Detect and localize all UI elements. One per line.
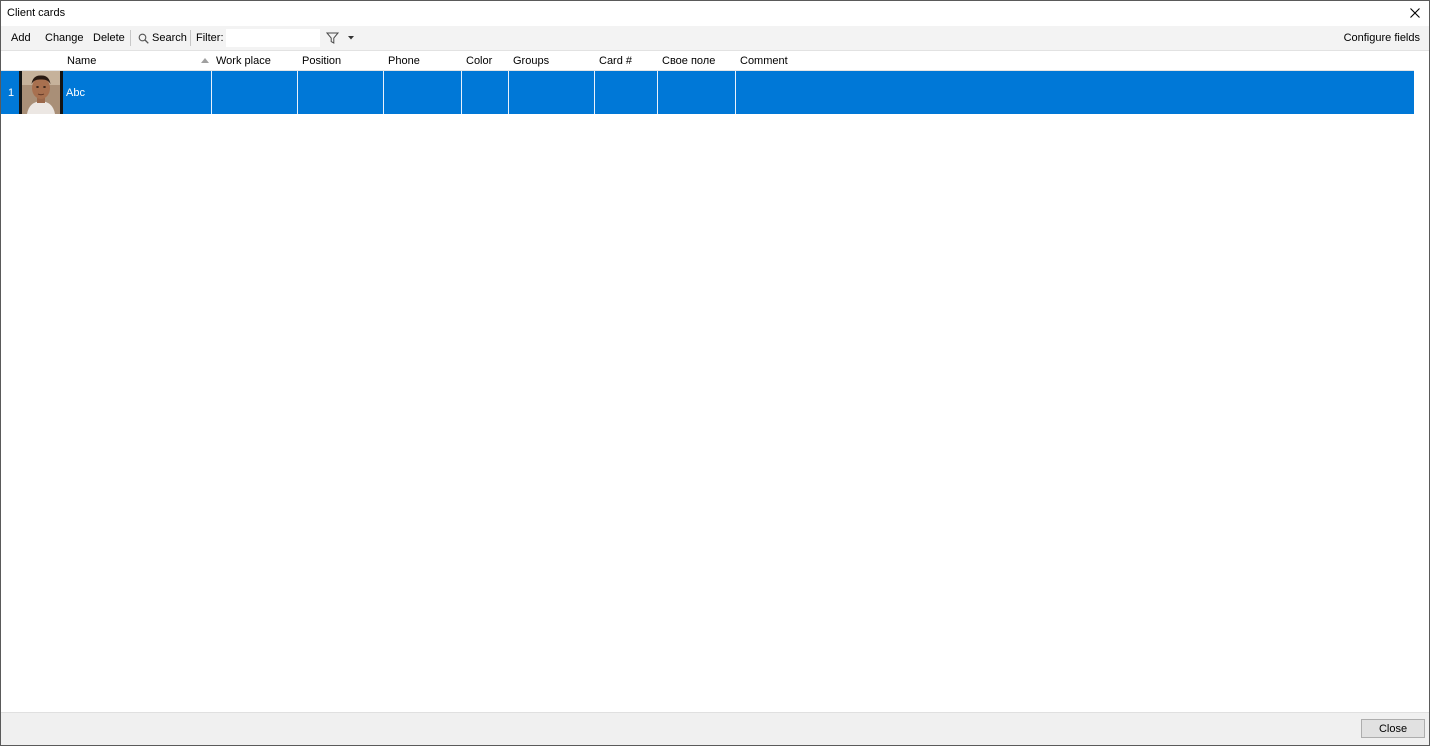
window-title: Client cards (7, 7, 66, 19)
client-cards-window: Client cards Add Change Delete Search Fi… (0, 0, 1430, 746)
delete-button[interactable]: Delete (89, 26, 129, 50)
chevron-down-icon (348, 36, 354, 40)
column-header-name[interactable]: Name (63, 52, 212, 70)
cell-card (595, 71, 658, 114)
window-close-icon[interactable] (1405, 3, 1425, 23)
cell-custom-field (658, 71, 736, 114)
filter-input[interactable] (226, 29, 320, 47)
toolbar: Add Change Delete Search Filter: Configu… (1, 26, 1429, 51)
search-button-label: Search (152, 32, 187, 44)
column-header-comment[interactable]: Comment (736, 52, 1414, 70)
cell-comment (736, 71, 1414, 114)
toolbar-separator (190, 30, 191, 46)
column-header-work-place[interactable]: Work place (212, 52, 298, 70)
search-button[interactable]: Search (134, 26, 191, 50)
configure-fields-button[interactable]: Configure fields (1340, 26, 1424, 50)
cell-color (462, 71, 509, 114)
cell-phone (384, 71, 462, 114)
column-header-phone[interactable]: Phone (384, 52, 462, 70)
vertical-scrollbar[interactable] (1414, 52, 1429, 712)
table-row[interactable]: 1 Abc (1, 71, 1414, 114)
toolbar-separator (130, 30, 131, 46)
filter-label: Filter: (196, 32, 224, 44)
sort-ascending-icon (201, 58, 209, 63)
footer-bar: Close (1, 712, 1429, 745)
filter-funnel-icon (326, 32, 340, 44)
column-header-groups[interactable]: Groups (509, 52, 595, 70)
column-header-card[interactable]: Card # (595, 52, 658, 70)
cell-position (298, 71, 384, 114)
column-header-custom-field[interactable]: Свое поле (658, 52, 736, 70)
close-button[interactable]: Close (1361, 719, 1425, 738)
title-bar: Client cards (1, 1, 1429, 25)
filter-dropdown-button[interactable] (322, 29, 356, 47)
column-header-color[interactable]: Color (462, 52, 509, 70)
cell-name: Abc (63, 71, 212, 114)
client-photo (19, 71, 63, 114)
grid-header: Name Work place Position Phone Color Gro… (1, 52, 1414, 71)
cell-groups (509, 71, 595, 114)
cell-work-place (212, 71, 298, 114)
row-number: 1 (8, 86, 15, 99)
change-button[interactable]: Change (41, 26, 88, 50)
column-header-position[interactable]: Position (298, 52, 384, 70)
add-button[interactable]: Add (7, 26, 35, 50)
search-icon (138, 33, 149, 44)
